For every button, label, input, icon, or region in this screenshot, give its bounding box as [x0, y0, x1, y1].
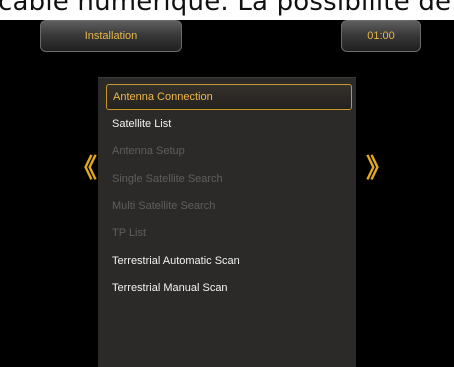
- menu-item-label: Antenna Connection: [113, 91, 213, 103]
- installation-menu: Antenna Connection Satellite List Antenn…: [98, 77, 356, 367]
- menu-item-antenna-setup: Antenna Setup: [106, 138, 352, 164]
- menu-item-tp-list: TP List: [106, 220, 352, 246]
- left-arrow-icon[interactable]: 《: [71, 156, 97, 182]
- menu-item-label: Satellite List: [112, 118, 172, 130]
- menu-item-terrestrial-automatic-scan[interactable]: Terrestrial Automatic Scan: [106, 248, 352, 274]
- tv-screen: Installation 01:00 《 》 Antenna Connectio…: [0, 20, 454, 367]
- right-arrow-icon[interactable]: 》: [366, 156, 392, 182]
- menu-item-satellite-list[interactable]: Satellite List: [106, 111, 352, 137]
- menu-item-label: Antenna Setup: [112, 145, 185, 157]
- menu-item-label: TP List: [112, 227, 147, 239]
- menu-item-label: Single Satellite Search: [112, 173, 223, 185]
- menu-item-single-satellite-search: Single Satellite Search: [106, 166, 352, 192]
- clock-time: 01:00: [367, 30, 395, 42]
- menu-item-antenna-connection[interactable]: Antenna Connection: [106, 84, 352, 110]
- screen-title: Installation: [84, 30, 138, 42]
- menu-item-multi-satellite-search: Multi Satellite Search: [106, 193, 352, 219]
- menu-item-label: Terrestrial Manual Scan: [112, 282, 228, 294]
- menu-item-label: Terrestrial Automatic Scan: [112, 255, 240, 267]
- clock-box: 01:00: [341, 20, 421, 52]
- menu-item-terrestrial-manual-scan[interactable]: Terrestrial Manual Scan: [106, 275, 352, 301]
- menu-item-label: Multi Satellite Search: [112, 200, 216, 212]
- screen-title-box: Installation: [40, 20, 182, 52]
- document-text: câble numérique. La possibilité de: [0, 0, 452, 17]
